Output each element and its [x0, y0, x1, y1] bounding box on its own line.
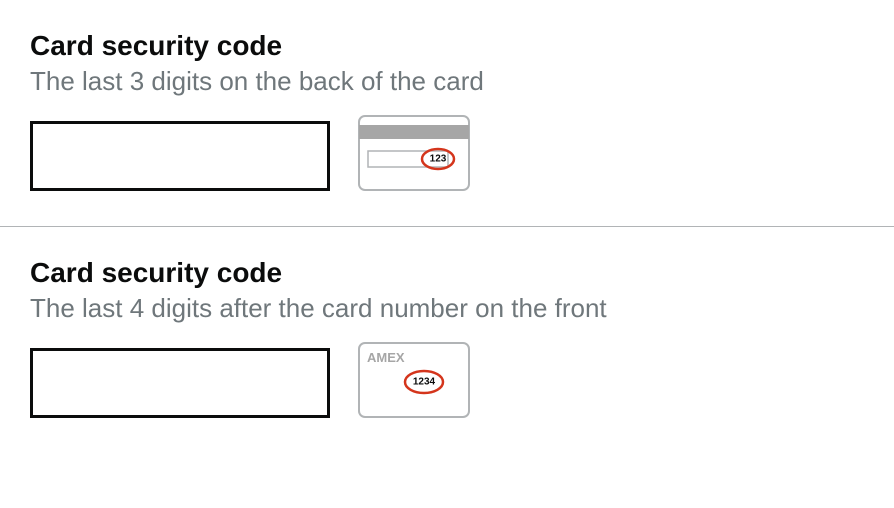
example-digits: 1234	[413, 377, 436, 388]
field-label: Card security code	[30, 257, 864, 289]
cvc-input[interactable]	[30, 121, 330, 191]
input-row: 123	[30, 115, 864, 196]
card-front-amex-icon: AMEX 1234	[358, 342, 470, 423]
card-brand-text: AMEX	[367, 350, 405, 365]
cvc-section-back: Card security code The last 3 digits on …	[0, 0, 894, 226]
field-hint: The last 4 digits after the card number …	[30, 293, 864, 324]
cvc-input[interactable]	[30, 348, 330, 418]
field-hint: The last 3 digits on the back of the car…	[30, 66, 864, 97]
field-label: Card security code	[30, 30, 864, 62]
input-row: AMEX 1234	[30, 342, 864, 423]
example-digits: 123	[430, 154, 447, 165]
card-back-icon: 123	[358, 115, 470, 196]
cvc-section-front: Card security code The last 4 digits aft…	[0, 227, 894, 453]
